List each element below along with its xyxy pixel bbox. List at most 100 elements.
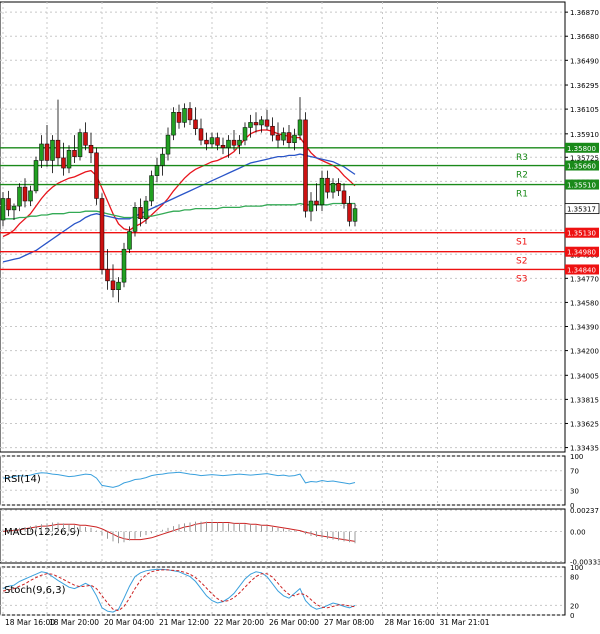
level-price-label: 1.34980 xyxy=(567,249,596,257)
candle-body xyxy=(72,150,77,157)
level-price-label: 1.35130 xyxy=(567,230,596,238)
chart-background xyxy=(0,0,600,630)
current-price-label: 1.35317 xyxy=(567,206,596,214)
candle-body xyxy=(347,203,352,222)
level-price-label: 1.35800 xyxy=(567,145,596,153)
candle-body xyxy=(352,208,358,222)
candle-body xyxy=(220,144,226,149)
candle-body xyxy=(275,134,281,141)
candle-body xyxy=(281,132,286,141)
forex-chart: 18 Mar 16:0018 Mar 20:00 20 Mar 04:00 21 M… xyxy=(0,0,600,630)
candle-body xyxy=(138,207,143,220)
price-y-tick-label: 1.34770 xyxy=(570,275,599,283)
candle-body xyxy=(319,177,325,206)
stoch-label: Stoch(9,6,3) xyxy=(4,585,66,596)
candle-body xyxy=(198,128,204,141)
rsi-y-tick-label: 100 xyxy=(570,453,583,461)
price-y-tick-label: 1.34390 xyxy=(570,324,599,332)
rsi-label: RSI(14) xyxy=(4,474,41,485)
candle-body xyxy=(165,134,171,155)
price-y-tick-label: 1.33625 xyxy=(570,420,599,428)
candle-body xyxy=(341,190,347,204)
candle-body xyxy=(50,139,55,161)
candle-body xyxy=(66,150,72,169)
candle-body xyxy=(83,132,88,146)
candle-body xyxy=(292,134,297,143)
price-y-tick-label: 1.36680 xyxy=(570,33,599,41)
candle-body xyxy=(248,122,253,128)
candle-body xyxy=(325,177,330,193)
candle-body xyxy=(94,152,99,199)
candle-body xyxy=(121,248,127,283)
candle-body xyxy=(132,207,138,232)
price-y-tick-label: 1.36105 xyxy=(570,106,599,114)
level-name-label: R3 xyxy=(516,153,528,163)
price-y-tick-label: 1.34200 xyxy=(570,348,599,356)
candle-body xyxy=(61,157,66,169)
candle-body xyxy=(110,280,116,290)
level-name-label: S2 xyxy=(516,257,527,267)
stoch-y-tick-label: 80 xyxy=(570,574,579,582)
candle-body xyxy=(154,165,160,176)
x-tick-label: 27 Mar 08:00 xyxy=(324,618,374,627)
candle-body xyxy=(77,132,83,157)
candle-body xyxy=(44,143,50,161)
candle-body xyxy=(193,119,198,130)
candle-body xyxy=(22,186,28,202)
candle-body xyxy=(231,139,237,146)
level-name-label: R1 xyxy=(516,190,528,200)
candle-body xyxy=(116,281,121,290)
candle-body xyxy=(149,175,154,202)
price-y-tick-label: 1.34005 xyxy=(570,372,599,380)
x-tick-label: 22 Mar 20:00 xyxy=(214,618,264,627)
x-tick-label: 31 Mar 21:01 xyxy=(440,618,490,627)
price-y-tick-label: 1.33815 xyxy=(570,396,599,404)
level-price-label: 1.34840 xyxy=(567,266,596,274)
rsi-y-tick-label: 30 xyxy=(570,487,579,495)
candle-body xyxy=(330,183,336,193)
candle-body xyxy=(88,144,94,154)
candle-body xyxy=(226,139,231,149)
candle-body xyxy=(314,200,319,206)
candle-body xyxy=(182,108,187,123)
candle-body xyxy=(55,139,61,159)
x-tick-label: 21 Mar 12:00 xyxy=(159,618,209,627)
candle-body xyxy=(264,119,270,127)
candle-body xyxy=(127,231,132,250)
candle-body xyxy=(33,160,39,192)
candle-body xyxy=(286,132,292,143)
candle-body xyxy=(0,198,6,221)
x-tick-label: 18 Mar 20:00 xyxy=(49,618,99,627)
rsi-y-tick-label: 70 xyxy=(570,468,579,476)
candle-body xyxy=(6,198,11,211)
candle-body xyxy=(187,108,193,121)
candle-body xyxy=(105,269,110,282)
candle-body xyxy=(253,122,259,126)
stoch-y-tick-label: 100 xyxy=(570,564,583,572)
candle-body xyxy=(215,137,220,146)
x-tick-label: 18 Mar 16:00 xyxy=(5,618,55,627)
macd-y-tick-label: 0.00237 xyxy=(570,507,599,515)
level-name-label: S3 xyxy=(516,274,527,284)
candle-body xyxy=(176,112,182,123)
candle-body xyxy=(270,125,275,136)
candle-body xyxy=(11,205,17,211)
price-y-tick-label: 1.36295 xyxy=(570,82,599,90)
x-tick-label: 26 Mar 00:00 xyxy=(269,618,319,627)
x-tick-label: 28 Mar 16:00 xyxy=(385,618,435,627)
candle-body xyxy=(237,139,242,146)
candle-body xyxy=(143,200,149,220)
candle-body xyxy=(28,190,33,202)
price-y-tick-label: 1.33435 xyxy=(570,445,599,453)
stoch-y-tick-label: 0 xyxy=(570,612,574,620)
chart-root: 18 Mar 16:00 18 Mar 20:00 20 Mar 04:00 21 M… xyxy=(0,0,600,630)
candle-body xyxy=(209,137,215,145)
candle-body xyxy=(297,119,303,136)
x-tick-label: 20 Mar 04:00 xyxy=(104,618,154,627)
candle-body xyxy=(17,186,22,207)
candle-body xyxy=(308,200,314,212)
level-name-label: S1 xyxy=(516,238,527,248)
price-y-tick-label: 1.34580 xyxy=(570,299,599,307)
level-price-label: 1.35660 xyxy=(567,163,596,171)
level-price-label: 1.35510 xyxy=(567,182,596,190)
